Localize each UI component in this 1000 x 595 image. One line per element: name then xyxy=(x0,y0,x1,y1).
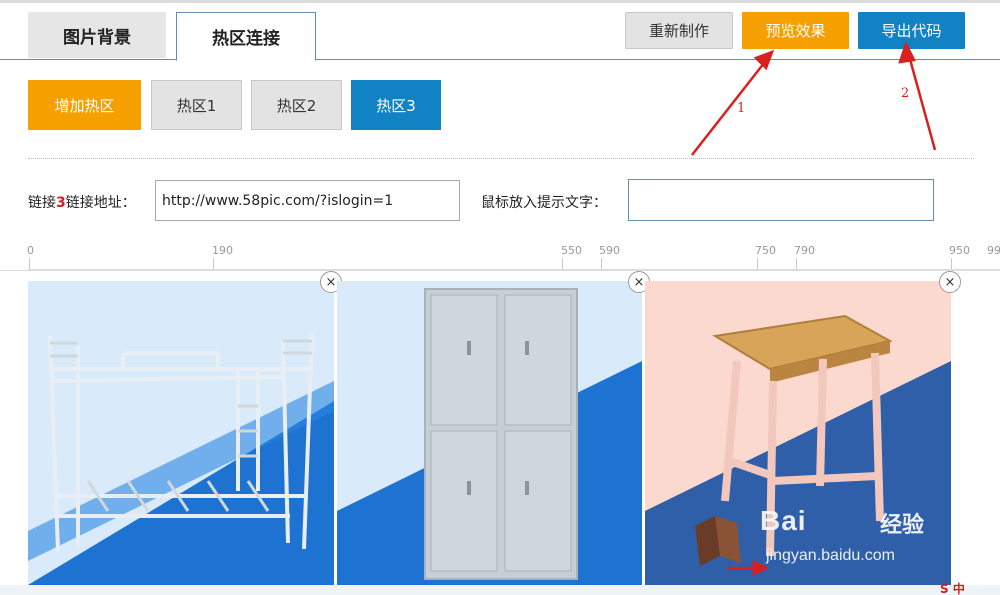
ruler-tick xyxy=(562,258,563,269)
ruler-tick xyxy=(213,258,214,269)
ruler-tick xyxy=(951,258,952,269)
dotted-divider xyxy=(28,158,974,159)
close-region-3-icon[interactable]: × xyxy=(939,271,961,293)
redo-button[interactable]: 重新制作 xyxy=(625,12,733,49)
ruler-tick xyxy=(29,258,30,269)
ruler-tick xyxy=(796,258,797,269)
ruler-tick-label: 550 xyxy=(561,244,582,257)
hotspot-region-1[interactable] xyxy=(28,281,334,585)
hotspot-region-3[interactable] xyxy=(645,281,951,585)
ime-indicator[interactable]: S 中 xyxy=(940,580,1000,595)
hotspot-3-button[interactable]: 热区3 xyxy=(351,80,441,130)
ruler-tick-label: 950 xyxy=(949,244,970,257)
locker-image xyxy=(337,281,642,585)
link-url-label: 链接3链接地址： xyxy=(28,192,136,212)
watermark-site: jingyan.baidu.com xyxy=(766,547,895,564)
ruler-tick xyxy=(601,258,602,269)
ruler: 0 190 550 590 750 790 950 99 xyxy=(0,236,1000,270)
ruler-tick-label: 750 xyxy=(755,244,776,257)
tab-hotspot-link[interactable]: 热区连接 xyxy=(176,12,316,61)
watermark-brand-cn: 经验 xyxy=(880,513,925,538)
watermark-brand: Bai xyxy=(760,505,807,536)
baidu-jingyan-watermark: Bai 经验 jingyan.baidu.com xyxy=(760,505,924,564)
ruler-tick-label: 99 xyxy=(987,244,1000,257)
tooltip-text-label: 鼠标放入提示文字： xyxy=(481,195,607,211)
annotation-number-1: 1 xyxy=(737,101,746,116)
bottom-strip xyxy=(0,585,1000,595)
link-label-suffix: 链接地址： xyxy=(65,195,136,211)
hotspot-2-button[interactable]: 热区2 xyxy=(251,80,342,130)
annotation-number-2: 2 xyxy=(901,86,910,101)
tooltip-text-input[interactable] xyxy=(628,179,934,221)
link-url-input[interactable] xyxy=(155,180,460,221)
export-code-button[interactable]: 导出代码 xyxy=(858,12,965,49)
ruler-tick-label: 190 xyxy=(212,244,233,257)
tab-image-background[interactable]: 图片背景 xyxy=(28,12,166,58)
add-hotspot-button[interactable]: 增加热区 xyxy=(28,80,141,130)
stool-image xyxy=(645,281,951,585)
hotspot-1-button[interactable]: 热区1 xyxy=(151,80,242,130)
ruler-tick-label: 790 xyxy=(794,244,815,257)
canvas-border xyxy=(0,270,1000,271)
link-label-prefix: 链接 xyxy=(28,195,56,211)
hotspot-region-2[interactable] xyxy=(337,281,642,585)
bunk-bed-image xyxy=(28,281,334,585)
link-number: 3 xyxy=(56,195,66,211)
ruler-tick-label: 0 xyxy=(27,244,34,257)
preview-button[interactable]: 预览效果 xyxy=(742,12,849,49)
ruler-tick-label: 590 xyxy=(599,244,620,257)
ruler-tick xyxy=(757,258,758,269)
